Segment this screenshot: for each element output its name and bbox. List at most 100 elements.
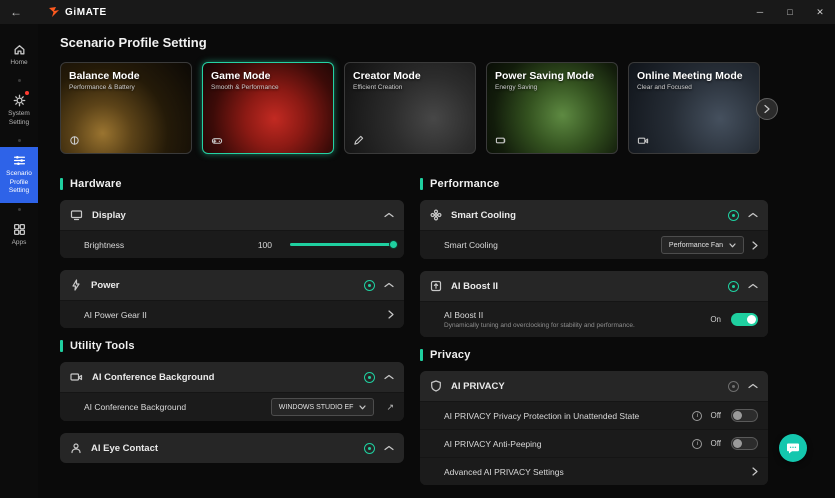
- ai-enabled-indicator: [364, 443, 375, 454]
- section-accent: [60, 340, 63, 352]
- app-logo: GiMATE: [48, 6, 107, 18]
- conference-background-dropdown[interactable]: WINDOWS STUDIO EF: [271, 398, 375, 416]
- info-icon[interactable]: i: [692, 439, 702, 449]
- ai-boost-card-title: AI Boost II: [451, 281, 719, 292]
- sidebar-divider: [18, 139, 21, 142]
- ai-eye-contact-card: AI Eye Contact: [60, 433, 404, 463]
- ai-enabled-indicator: [364, 280, 375, 291]
- ai-privacy-card-title: AI PRIVACY: [451, 381, 719, 392]
- chevron-up-icon[interactable]: [384, 212, 394, 218]
- close-button[interactable]: ✕: [805, 0, 835, 24]
- mode-card-game[interactable]: Game Mode Smooth & Performance: [202, 62, 334, 154]
- gimate-logo-icon: [48, 6, 60, 18]
- balance-mode-icon: [69, 135, 80, 146]
- boost-icon: [430, 280, 442, 292]
- chevron-up-icon[interactable]: [384, 374, 394, 380]
- maximize-button[interactable]: □: [775, 0, 805, 24]
- chevron-down-icon: [729, 243, 736, 248]
- smart-cooling-row: Smart Cooling Performance Fan: [420, 230, 768, 259]
- apps-grid-icon: [13, 223, 26, 236]
- section-privacy: Privacy: [420, 349, 768, 361]
- ai-boost-toggle[interactable]: [731, 313, 758, 326]
- privacy-anti-peeping-row: AI PRIVACY Anti-Peeping i Off: [420, 429, 768, 457]
- left-column: Hardware Display Brightness 100: [60, 170, 404, 475]
- display-card-header[interactable]: Display: [60, 200, 404, 230]
- section-hardware: Hardware: [60, 178, 404, 190]
- privacy-unattended-row: AI PRIVACY Privacy Protection in Unatten…: [420, 401, 768, 429]
- conference-row-label: AI Conference Background: [84, 402, 263, 412]
- smart-cooling-row-label: Smart Cooling: [444, 240, 653, 250]
- brightness-row: Brightness 100: [60, 230, 404, 258]
- minimize-button[interactable]: ─: [745, 0, 775, 24]
- sidebar-item-home[interactable]: Home: [0, 36, 38, 74]
- ai-disabled-indicator: [728, 381, 739, 392]
- conference-card-header[interactable]: AI Conference Background: [60, 362, 404, 392]
- privacy-unattended-state: Off: [710, 411, 721, 420]
- section-utility-tools: Utility Tools: [60, 340, 404, 352]
- settings-columns: Hardware Display Brightness 100: [60, 170, 768, 497]
- sidebar-item-apps[interactable]: Apps: [0, 216, 38, 254]
- privacy-advanced-label: Advanced AI PRIVACY Settings: [444, 467, 744, 477]
- section-accent: [420, 178, 423, 190]
- slider-fill: [290, 243, 394, 246]
- chevron-right-icon[interactable]: [752, 241, 758, 250]
- ai-power-gear-row[interactable]: AI Power Gear II: [60, 300, 404, 328]
- info-icon[interactable]: i: [692, 411, 702, 421]
- ai-privacy-card: AI PRIVACY AI PRIVACY Privacy Protection…: [420, 371, 768, 485]
- mode-card-power-saving[interactable]: Power Saving Mode Energy Saving: [486, 62, 618, 154]
- display-card-title: Display: [92, 210, 375, 221]
- ai-boost-row-desc: Dynamically tuning and overclocking for …: [444, 322, 702, 329]
- main-content: Scenario Profile Setting Balance Mode Pe…: [38, 24, 835, 498]
- gamepad-icon: [211, 135, 223, 146]
- privacy-anti-peeping-toggle[interactable]: [731, 437, 758, 450]
- power-card-title: Power: [91, 280, 355, 291]
- conference-background-row: AI Conference Background WINDOWS STUDIO …: [60, 392, 404, 421]
- titlebar: ← GiMATE ─ □ ✕: [0, 0, 835, 24]
- smart-cooling-card-header[interactable]: Smart Cooling: [420, 200, 768, 230]
- ai-boost-card-header[interactable]: AI Boost II: [420, 271, 768, 301]
- mode-name: Game Mode: [211, 70, 327, 82]
- eye-contact-card-header[interactable]: AI Eye Contact: [60, 433, 404, 463]
- notification-badge: [25, 91, 29, 95]
- chevron-up-icon[interactable]: [748, 383, 758, 389]
- brightness-label: Brightness: [84, 240, 250, 250]
- ai-boost-state-label: On: [710, 315, 721, 324]
- mode-name: Online Meeting Mode: [637, 70, 753, 82]
- power-card-header[interactable]: Power: [60, 270, 404, 300]
- section-performance: Performance: [420, 178, 768, 190]
- video-call-icon: [637, 135, 649, 146]
- privacy-unattended-toggle[interactable]: [731, 409, 758, 422]
- section-accent: [420, 349, 423, 361]
- sidebar-item-system-setting[interactable]: System Setting: [0, 87, 38, 134]
- sidebar-item-scenario-profile-setting[interactable]: Scenario Profile Setting: [0, 147, 38, 202]
- toggle-knob: [733, 411, 742, 420]
- privacy-anti-peeping-label: AI PRIVACY Anti-Peeping: [444, 439, 684, 449]
- ai-privacy-card-header[interactable]: AI PRIVACY: [420, 371, 768, 401]
- chevron-up-icon[interactable]: [748, 283, 758, 289]
- mode-card-creator[interactable]: Creator Mode Efficient Creation: [344, 62, 476, 154]
- right-column: Performance Smart Cooling Smart Cooling: [420, 170, 768, 497]
- mode-card-online-meeting[interactable]: Online Meeting Mode Clear and Focused: [628, 62, 760, 154]
- brightness-slider[interactable]: [290, 243, 394, 246]
- slider-knob[interactable]: [389, 240, 398, 249]
- carousel-next-button[interactable]: [756, 98, 778, 120]
- ai-enabled-indicator: [364, 372, 375, 383]
- external-link-icon[interactable]: ↗: [386, 402, 394, 413]
- sidebar-label-home: Home: [10, 59, 27, 67]
- mode-name: Balance Mode: [69, 70, 185, 82]
- app-window: ← GiMATE ─ □ ✕ Home Syste: [0, 0, 835, 498]
- privacy-advanced-row[interactable]: Advanced AI PRIVACY Settings: [420, 457, 768, 485]
- fan-mode-dropdown[interactable]: Performance Fan: [661, 236, 744, 254]
- mode-carousel: Balance Mode Performance & Battery Game …: [60, 62, 772, 154]
- mode-card-balance[interactable]: Balance Mode Performance & Battery: [60, 62, 192, 154]
- ai-boost-row-text: AI Boost II Dynamically tuning and overc…: [444, 310, 702, 329]
- back-button[interactable]: ←: [10, 5, 32, 19]
- ai-conference-background-card: AI Conference Background AI Conference B…: [60, 362, 404, 421]
- mode-subtitle: Efficient Creation: [353, 84, 469, 91]
- sidebar-divider: [18, 208, 21, 211]
- chat-assistant-button[interactable]: [779, 434, 807, 462]
- chevron-up-icon[interactable]: [748, 212, 758, 218]
- chevron-up-icon[interactable]: [384, 282, 394, 288]
- smart-cooling-card-title: Smart Cooling: [451, 210, 719, 221]
- chevron-up-icon[interactable]: [384, 445, 394, 451]
